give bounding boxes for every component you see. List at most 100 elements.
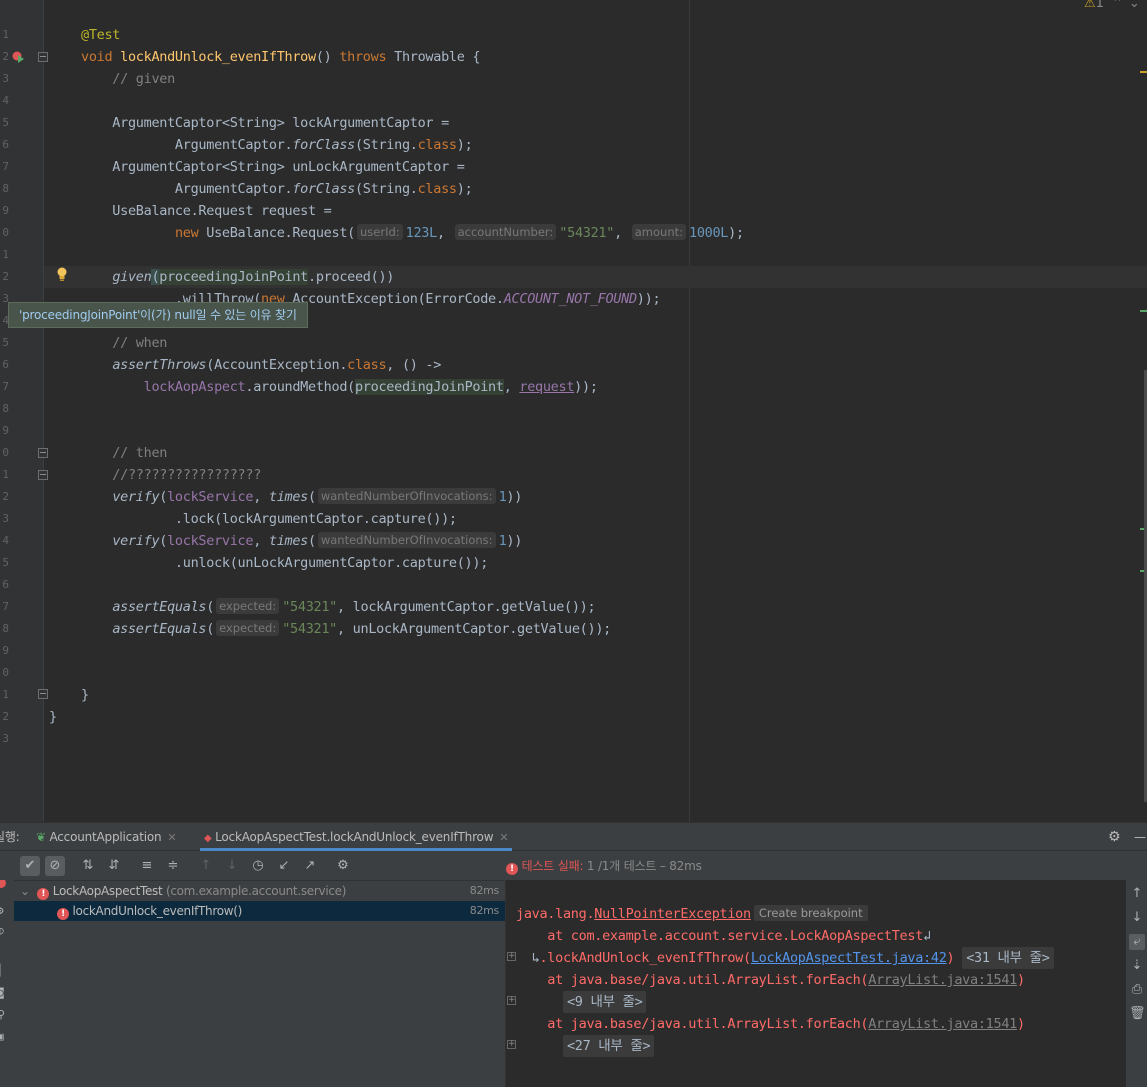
expand-icon[interactable]: + bbox=[507, 952, 516, 961]
comment-token: //????????????????? bbox=[81, 467, 262, 483]
close-icon[interactable]: ✕ bbox=[499, 831, 508, 844]
source-link[interactable]: ArrayList.java:1541 bbox=[868, 972, 1017, 988]
history-icon[interactable]: ◷ bbox=[248, 856, 268, 876]
null-analysis-tooltip[interactable]: 'proceedingJoinPoint'이(가) null일 수 있는 이유 … bbox=[8, 302, 308, 328]
show-passed-icon[interactable]: ✔ bbox=[20, 856, 40, 876]
toggle-icon[interactable]: ⚙ bbox=[0, 904, 4, 917]
fold-toggle-icon[interactable] bbox=[38, 689, 48, 699]
settings-icon[interactable]: ⚙ bbox=[333, 856, 353, 876]
code-line[interactable]: UseBalance.Request request = bbox=[81, 200, 332, 222]
code-line[interactable]: void lockAndUnlock_evenIfThrow() throws … bbox=[81, 46, 481, 68]
export-test-icon[interactable]: ↗ bbox=[300, 856, 320, 876]
code-line[interactable]: //????????????????? bbox=[81, 464, 261, 486]
code-line[interactable]: assertEquals(expected: "54321", lockArgum… bbox=[81, 596, 596, 618]
expand-icon[interactable]: + bbox=[507, 1040, 516, 1049]
chevron-up-icon[interactable]: ⌃ bbox=[1112, 0, 1123, 11]
code-line[interactable]: .unlock(unLockArgumentCaptor.capture()); bbox=[81, 552, 488, 574]
parameter-hint: wantedNumberOfInvocations: bbox=[317, 488, 496, 504]
line-number: 5 bbox=[2, 336, 9, 349]
code-text: , bbox=[253, 489, 269, 505]
chevron-down-icon[interactable]: ⌄ bbox=[20, 884, 30, 898]
folded-lines-chip[interactable]: <9 내부 줄> bbox=[562, 991, 647, 1013]
code-line[interactable]: } bbox=[49, 706, 57, 728]
arrow-up-icon[interactable]: ↑ bbox=[196, 856, 216, 876]
arrow-down-icon[interactable]: ↓ bbox=[1129, 910, 1145, 926]
tab-lockaop-test[interactable]: ◆ LockAopAspectTest.lockAndUnlock_evenIf… bbox=[200, 823, 513, 851]
tab-account-application[interactable]: ❦ AccountApplication ✕ bbox=[36, 823, 177, 851]
layout-icon[interactable]: ▌ bbox=[0, 964, 4, 977]
import-icon[interactable]: ↙ bbox=[274, 856, 294, 876]
test-tree-row[interactable]: ! lockAndUnlock_evenIfThrow() 82ms bbox=[14, 901, 505, 921]
comment-token: // when bbox=[81, 335, 168, 351]
code-line[interactable]: .lock(lockArgumentCaptor.capture()); bbox=[81, 508, 457, 530]
fold-toggle-icon[interactable] bbox=[38, 52, 48, 62]
code-line[interactable]: given(proceedingJoinPoint.proceed()) bbox=[81, 266, 394, 288]
trash-icon[interactable]: 🗑 bbox=[1129, 1006, 1146, 1022]
fold-toggle-icon[interactable] bbox=[38, 448, 48, 458]
exception-link[interactable]: NullPointerException bbox=[594, 906, 751, 922]
code-text: ); bbox=[456, 181, 473, 197]
lightbulb-icon[interactable] bbox=[56, 267, 68, 281]
camera-icon[interactable]: ◙ bbox=[0, 986, 4, 999]
code-line[interactable]: } bbox=[81, 684, 89, 706]
code-line[interactable]: ArgumentCaptor<String> unLockArgumentCap… bbox=[81, 156, 465, 178]
code-line[interactable]: lockAopAspect.aroundMethod(proceedingJoi… bbox=[81, 376, 598, 398]
parameter-hint: expected: bbox=[216, 620, 280, 636]
code-line[interactable]: @Test bbox=[81, 24, 120, 46]
expand-icon[interactable]: + bbox=[507, 996, 516, 1005]
code-line[interactable]: assertThrows(AccountException.class, () … bbox=[81, 354, 441, 376]
test-tree: ⌄ ! LockAopAspectTest (com.example.accou… bbox=[14, 880, 505, 1087]
code-editor[interactable]: 1 2 3 4 5 6 7 8 9 0 1 2 3 4 5 6 7 8 9 0 … bbox=[0, 0, 1147, 822]
print-icon[interactable]: ⎙ bbox=[1129, 982, 1145, 998]
code-text: )) bbox=[506, 533, 523, 549]
code-line[interactable]: ArgumentCaptor<String> lockArgumentCapto… bbox=[81, 112, 449, 134]
sort-alpha-icon[interactable]: ⇅ bbox=[78, 856, 98, 876]
create-breakpoint-button[interactable]: Create breakpoint bbox=[753, 905, 868, 921]
code-line[interactable]: // then bbox=[81, 442, 167, 464]
line-number: 1 bbox=[2, 28, 9, 41]
warning-stripe-mark[interactable] bbox=[1140, 71, 1147, 73]
code-line[interactable]: ArgumentCaptor.forClass(String.class); bbox=[81, 178, 473, 200]
source-link[interactable]: LockAopAspectTest.java:42 bbox=[751, 950, 947, 966]
line-number: 7 bbox=[2, 160, 9, 173]
sort-duration-icon[interactable]: ⇵ bbox=[104, 856, 124, 876]
chevron-down-icon[interactable]: ⌄ bbox=[1129, 0, 1140, 11]
scroll-to-end-icon[interactable]: ⇣ bbox=[1129, 958, 1145, 974]
expand-all-icon[interactable]: ≡ bbox=[137, 856, 157, 876]
keyword-token: void bbox=[81, 49, 121, 65]
show-ignored-icon[interactable]: ⊘ bbox=[45, 856, 65, 876]
close-icon[interactable]: ✕ bbox=[167, 831, 176, 844]
line-number: 6 bbox=[2, 358, 9, 371]
folded-lines-chip[interactable]: <31 내부 줄> bbox=[962, 947, 1054, 969]
arrow-down-icon[interactable]: ↓ bbox=[222, 856, 242, 876]
arrow-up-icon[interactable]: ↑ bbox=[1129, 886, 1145, 902]
gear-icon[interactable]: ⚙ bbox=[1108, 823, 1121, 851]
test-output-console[interactable]: java.lang.NullPointerException Create bre… bbox=[505, 880, 1126, 1087]
source-link[interactable]: ArrayList.java:1541 bbox=[868, 1016, 1017, 1032]
export-icon[interactable]: ▣ bbox=[0, 1030, 4, 1043]
variable-token: proceedingJoinPoint bbox=[159, 269, 309, 285]
line-number: 0 bbox=[2, 226, 9, 239]
code-text: } bbox=[81, 687, 89, 703]
change-stripe-mark[interactable] bbox=[1140, 310, 1147, 312]
test-tree-row[interactable]: ⌄ ! LockAopAspectTest (com.example.accou… bbox=[14, 881, 505, 901]
soft-wrap-toggle-icon[interactable]: ⤶ bbox=[1129, 934, 1145, 950]
run-test-failed-icon[interactable] bbox=[12, 51, 24, 63]
code-line[interactable]: ArgumentCaptor.forClass(String.class); bbox=[81, 134, 473, 156]
keyword-token: class bbox=[417, 137, 457, 153]
code-line[interactable]: verify(lockService, times(wantedNumberOf… bbox=[81, 486, 522, 508]
stop-icon[interactable]: ◐ bbox=[0, 924, 4, 937]
code-line[interactable]: verify(lockService, times(wantedNumberOf… bbox=[81, 530, 522, 552]
fold-toggle-icon[interactable] bbox=[38, 470, 48, 480]
parameter-hint: accountNumber: bbox=[454, 224, 557, 240]
code-line[interactable]: assertEquals(expected: "54321", unLockArg… bbox=[81, 618, 611, 640]
line-number: 3 bbox=[2, 732, 9, 745]
code-line[interactable]: // given bbox=[81, 68, 175, 90]
code-line[interactable]: new UseBalance.Request(userId: 123L, acco… bbox=[81, 222, 744, 244]
folded-lines-chip[interactable]: <27 내부 줄> bbox=[562, 1035, 655, 1057]
inspection-widget[interactable]: ⚠1 ⌃ ⌄ bbox=[1084, 0, 1140, 11]
minimize-icon[interactable]: — bbox=[1134, 823, 1146, 851]
pin-icon[interactable]: ⚲ bbox=[0, 1008, 5, 1021]
collapse-all-icon[interactable]: ≑ bbox=[163, 856, 183, 876]
code-line[interactable]: // when bbox=[81, 332, 167, 354]
